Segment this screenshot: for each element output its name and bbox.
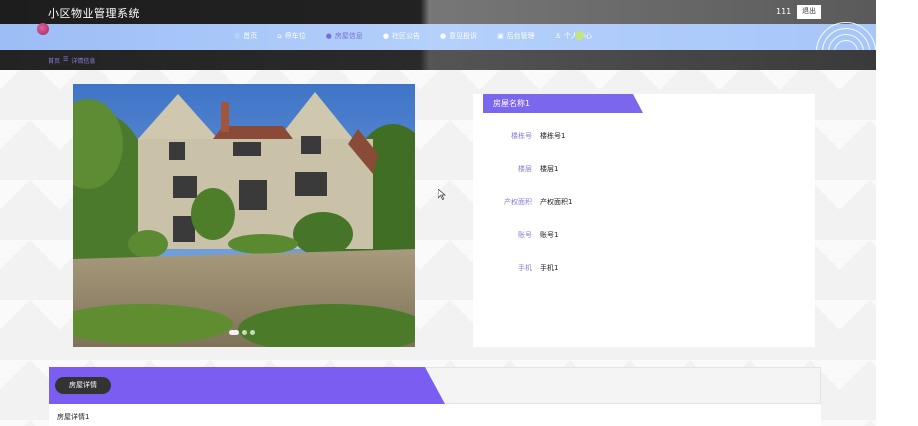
info-label: 账号 (518, 231, 532, 239)
info-row: 账号 账号1 (473, 230, 815, 242)
building-icon: ▣ (497, 32, 504, 40)
breadcrumb: 首页 ☰ 详情信息 (48, 56, 95, 65)
house-photo-illustration (73, 84, 415, 347)
nav-item[interactable]: ● 社区公告 (383, 31, 420, 41)
decorative-rings-icon (816, 22, 876, 52)
nav-item-label: 房屋信息 (334, 32, 363, 40)
carousel-dot[interactable] (229, 330, 239, 335)
carousel-dot[interactable] (250, 330, 255, 335)
details-content: 房屋详情1 (57, 413, 90, 421)
nav-item-label: 后台管理 (506, 32, 535, 40)
circle-icon: ● (325, 32, 332, 40)
home-icon: ⌂ (277, 32, 282, 40)
house-name: 房屋名称1 (483, 94, 643, 113)
nav-item-label: 停车位 (284, 32, 306, 40)
house-info-card: 房屋名称1 楼栋号 楼栋号1 楼层 楼层1 产权面积 产权面积1 账号 账号1 手机 手机1 (473, 94, 815, 347)
breadcrumb-separator-icon: ☰ (63, 56, 69, 63)
star-icon: ☆ (234, 32, 241, 40)
nav-item-label: 首页 (243, 32, 258, 40)
nav-item[interactable]: ● 房屋信息 (326, 31, 363, 41)
tab-house-details[interactable]: 房屋详情 (55, 377, 111, 394)
logout-button[interactable]: 退出 (797, 5, 821, 19)
nav-item-label: 意见投诉 (449, 32, 478, 40)
info-row: 楼栋号 楼栋号1 (473, 131, 815, 143)
nav-item[interactable]: ♙个人中心 (555, 31, 592, 41)
info-row: 手机 手机1 (473, 263, 815, 275)
app-title: 小区物业管理系统 (48, 7, 140, 20)
info-row: 产权面积 产权面积1 (473, 197, 815, 209)
nav-bar: ☆首页⌂停车位●房屋信息●社区公告●意见投诉▣后台管理♙个人中心 (0, 24, 876, 50)
nav-item[interactable]: ⌂ 停车位 (277, 31, 305, 41)
username: 111 (776, 7, 792, 16)
top-bar: 小区物业管理系统 111 退出 (0, 0, 876, 24)
info-label: 楼栋号 (511, 132, 532, 140)
info-label: 产权面积 (504, 198, 532, 206)
user-icon: ♙ (554, 32, 561, 40)
page: 小区物业管理系统 111 退出 ☆ 首页 ⌂ 停车位 ● 房屋信息 ● 社区公告 ● 意见投诉 ▣ 后… (0, 0, 876, 426)
decorative-ball (37, 23, 49, 35)
carousel-dot[interactable] (242, 330, 247, 335)
breadcrumb-bar: 首页 ☰ 详情信息 (0, 50, 876, 70)
nav-item[interactable]: ☆ 首页 (234, 31, 257, 41)
info-value: 楼层1 (540, 165, 559, 173)
breadcrumb-home[interactable]: 首页 (48, 56, 60, 65)
info-row: 楼层 楼层1 (473, 164, 815, 176)
mouse-cursor-icon (438, 189, 446, 200)
info-label: 手机 (518, 264, 532, 272)
circle-icon: ● (382, 32, 389, 40)
circle-icon: ● (439, 32, 447, 40)
info-value: 楼栋号1 (540, 132, 566, 140)
house-photo[interactable] (73, 84, 415, 347)
nav-item-label: 社区公告 (391, 32, 420, 40)
nav-item[interactable]: ▣ 后台管理 (497, 31, 535, 41)
decorative-ball (575, 31, 584, 40)
details-body (49, 404, 821, 426)
carousel-indicators (229, 330, 255, 335)
nav-menu: ☆首页⌂停车位●房屋信息●社区公告●意见投诉▣后台管理♙个人中心 (234, 31, 592, 41)
breadcrumb-current: 详情信息 (71, 58, 96, 65)
info-value: 手机1 (540, 264, 559, 272)
info-value: 产权面积1 (540, 198, 573, 206)
info-value: 账号1 (540, 231, 559, 239)
nav-item[interactable]: ● 意见投诉 (440, 31, 477, 41)
info-label: 楼层 (518, 165, 532, 173)
